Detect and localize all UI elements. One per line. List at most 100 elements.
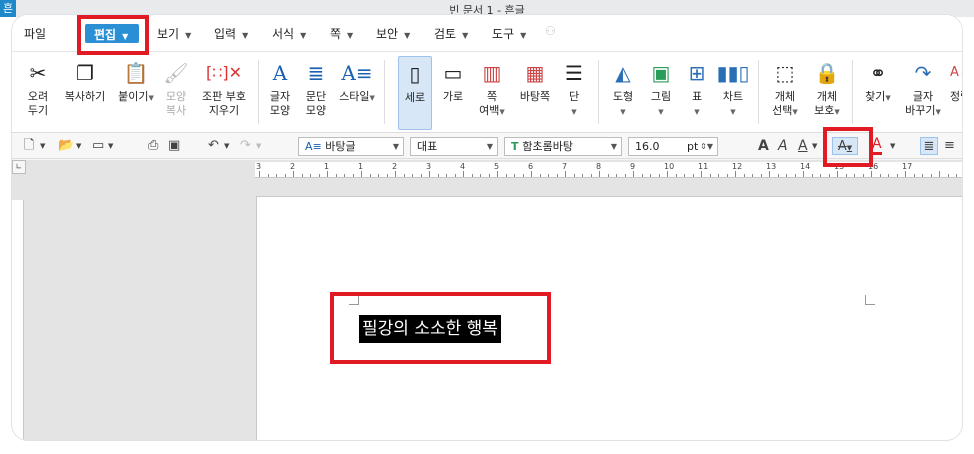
ribbon-divider xyxy=(598,60,599,124)
chevron-down-icon[interactable]: ▼ xyxy=(108,137,113,155)
ruler-tick xyxy=(531,171,532,177)
chevron-down-icon: ▼ xyxy=(486,142,493,151)
font-combo[interactable]: T 함초롬바탕 ▼ xyxy=(504,137,622,156)
ruler-number: 17 xyxy=(902,162,913,171)
menu-bar: 파일 편집 ▼ 보기 ▼ 입력 ▼ 서식 ▼ 쪽 ▼ 보안 ▼ 검토 ▼ 도구 ▼ ⚇ xyxy=(12,15,962,51)
ruler-number: 13 xyxy=(766,162,777,171)
menu-format[interactable]: 서식 ▼ xyxy=(272,25,306,42)
ruler-tick xyxy=(446,174,447,177)
picture-button[interactable]: ▣ 그림 ▼ xyxy=(644,56,678,130)
portrait-button[interactable]: ▯ 세로 xyxy=(398,56,432,130)
ruler-number: 7 xyxy=(562,162,568,171)
ruler-tick xyxy=(574,174,575,177)
menu-file[interactable]: 파일 xyxy=(24,25,46,42)
ruler-tick xyxy=(599,171,600,177)
landscape-button[interactable]: ▭ 가로 xyxy=(436,56,470,130)
redo-icon[interactable]: ↷ xyxy=(240,137,251,155)
italic-icon[interactable]: A xyxy=(778,137,788,155)
menu-security[interactable]: 보안 ▼ xyxy=(376,25,410,42)
menu-tools[interactable]: 도구 ▼ xyxy=(492,25,526,42)
chevron-down-icon[interactable]: ▼ xyxy=(812,137,817,155)
ruler-corner[interactable]: ∟ xyxy=(12,160,26,174)
ruler-tick xyxy=(302,174,303,177)
vertical-ruler[interactable] xyxy=(12,200,24,440)
chevron-down-icon: ▼ xyxy=(369,94,375,102)
new-document-icon[interactable]: 🗋 xyxy=(24,137,34,155)
ruler-number: 9 xyxy=(630,162,636,171)
cut-button[interactable]: ✂ 오려 두기 xyxy=(20,56,56,130)
bold-icon[interactable]: A xyxy=(758,137,769,155)
ruler-tick xyxy=(591,174,592,177)
style-button[interactable]: A≡ 스타일▼ xyxy=(336,56,378,130)
ribbon-divider xyxy=(852,60,853,124)
chevron-down-icon[interactable]: ▼ xyxy=(890,137,895,155)
copy-button[interactable]: ❐ 복사하기 xyxy=(60,56,110,130)
ruler-tick xyxy=(327,171,328,177)
ruler-tick xyxy=(480,174,481,177)
background-page-button[interactable]: ▦ 바탕쪽 xyxy=(514,56,556,130)
paste-button[interactable]: 📋 붙이기▼ xyxy=(116,56,156,130)
open-folder-icon[interactable]: 📂 xyxy=(58,137,74,155)
ruler-tick xyxy=(659,174,660,177)
landscape-page-icon: ▭ xyxy=(443,61,463,85)
print-icon[interactable]: ⎙ xyxy=(148,137,158,155)
font-color-icon[interactable]: A xyxy=(872,137,882,155)
underline-icon[interactable]: A xyxy=(798,137,808,155)
ruler-tick xyxy=(752,174,753,177)
ruler-tick xyxy=(735,171,736,177)
ruler-number: 3 xyxy=(426,162,432,171)
font-size-combo[interactable]: 16.0 pt ⇕▼ xyxy=(628,137,718,156)
format-copy-button[interactable]: 🖌 모양 복사 xyxy=(160,56,192,130)
ruler-number: 6 xyxy=(528,162,534,171)
chevron-down-icon: ▼ xyxy=(242,31,249,40)
portrait-page-icon: ▯ xyxy=(409,62,421,86)
find-button[interactable]: ⚭ 찾기▼ xyxy=(860,56,896,130)
chevron-down-icon[interactable]: ▼ xyxy=(256,137,261,155)
menu-review[interactable]: 검토 ▼ xyxy=(434,25,468,42)
users-icon[interactable]: ⚇ xyxy=(545,24,561,38)
chevron-down-icon[interactable]: ▼ xyxy=(40,137,45,155)
menu-view[interactable]: 보기 ▼ xyxy=(157,25,191,42)
clear-format-button[interactable]: [∷]✕ 조판 부호 지우기 xyxy=(196,56,252,130)
object-select-button[interactable]: ⬚ 개체 선택▼ xyxy=(766,56,804,130)
ruler-tick xyxy=(523,174,524,177)
replace-button[interactable]: ↷ 글자 바꾸기▼ xyxy=(900,56,946,130)
menu-insert[interactable]: 입력 ▼ xyxy=(214,25,248,42)
chevron-down-icon: ▼ xyxy=(300,31,307,40)
ruler-tick xyxy=(293,171,294,177)
table-button[interactable]: ⊞ 표 ▼ xyxy=(682,56,712,130)
shape-button[interactable]: ◭ 도형 ▼ xyxy=(606,56,640,130)
char-shape-button[interactable]: A 글자 모양 xyxy=(264,56,296,130)
ruler-tick xyxy=(914,174,915,177)
spinner-icon[interactable]: ⇕▼ xyxy=(700,138,713,155)
binoculars-icon: ⚭ xyxy=(869,61,887,85)
ruler-tick xyxy=(336,174,337,177)
align-left-icon[interactable]: ≡ xyxy=(944,137,955,155)
chart-button[interactable]: ▮▮▯ 차트 ▼ xyxy=(716,56,750,130)
ruler-tick xyxy=(888,174,889,177)
style-combo[interactable]: A≡ 바탕글 ▼ xyxy=(298,137,404,156)
replace-icon: ↷ xyxy=(914,61,932,85)
chevron-down-icon: ▼ xyxy=(935,108,941,116)
page-margin-button[interactable]: ▥ 쪽 여백▼ xyxy=(474,56,510,130)
chevron-down-icon[interactable]: ▼ xyxy=(76,137,81,155)
object-protect-button[interactable]: 🔒 개체 보호▼ xyxy=(808,56,846,130)
chevron-down-icon[interactable]: ▼ xyxy=(224,137,229,155)
align-justify-icon[interactable]: ≣ xyxy=(920,137,938,155)
menu-page[interactable]: 쪽 ▼ xyxy=(330,25,353,42)
para-shape-button[interactable]: ≣ 문단 모양 xyxy=(300,56,332,130)
ruler-tick xyxy=(540,174,541,177)
chevron-down-icon: ▼ xyxy=(885,94,891,102)
save-icon[interactable]: ▭ xyxy=(92,137,104,155)
chevron-down-icon: ▼ xyxy=(834,108,840,116)
sort-button[interactable]: A↓ 정렬 xyxy=(950,56,962,130)
highlight-edit-menu xyxy=(77,15,149,55)
crop-mark xyxy=(865,295,875,305)
ruler-tick xyxy=(489,174,490,177)
language-combo[interactable]: 대표 ▼ xyxy=(410,137,498,156)
clear-format-icon: [∷]✕ xyxy=(205,63,243,82)
columns-button[interactable]: ☰ 단 ▼ xyxy=(560,56,588,130)
ruler-tick xyxy=(769,171,770,177)
print-preview-icon[interactable]: ▣ xyxy=(168,137,180,155)
undo-icon[interactable]: ↶ xyxy=(208,137,219,155)
